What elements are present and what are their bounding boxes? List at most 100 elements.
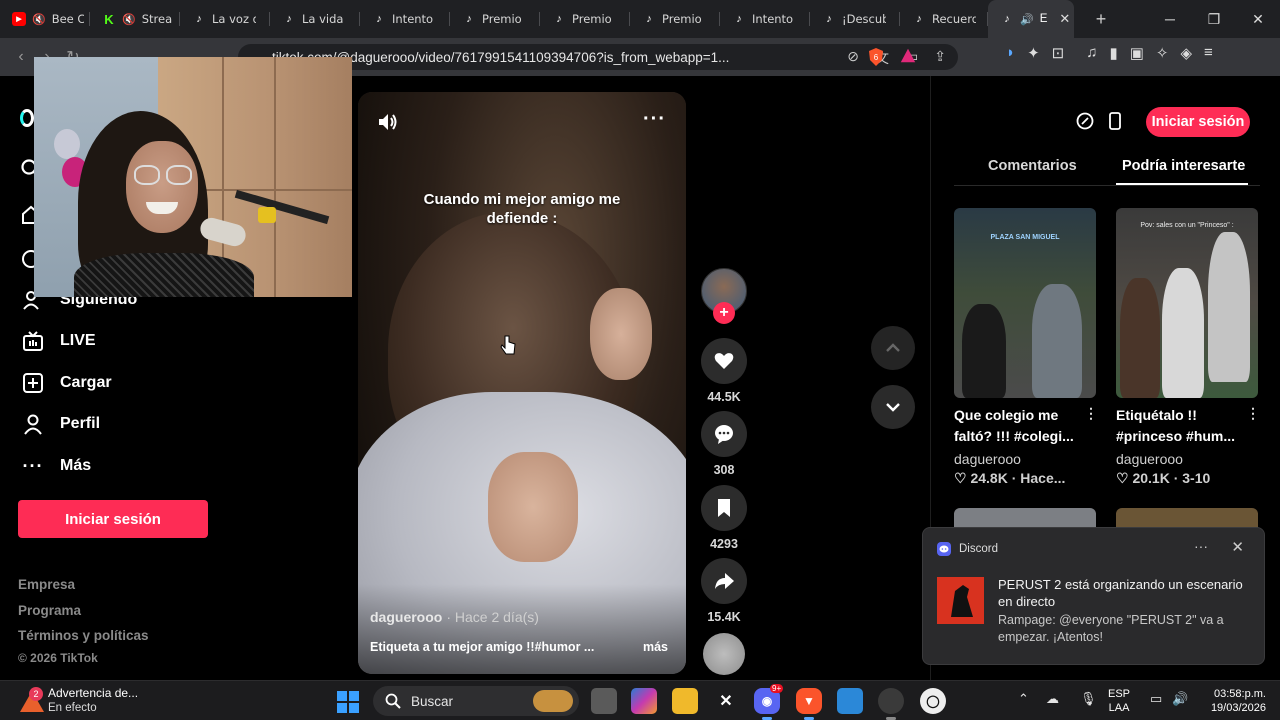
tab-10[interactable]: ♪ ¡Descub xyxy=(810,0,900,38)
tab-4[interactable]: ♪ La vida d xyxy=(270,0,360,38)
like-button[interactable] xyxy=(701,338,747,384)
capcut-icon[interactable]: ✕ xyxy=(713,688,739,714)
recommendation-options-icon-1[interactable]: ⋮ xyxy=(1084,405,1098,422)
close-tab-icon[interactable]: ✕ xyxy=(1059,11,1070,27)
video-options-icon[interactable]: ··· xyxy=(643,108,666,131)
taskbar-search[interactable]: Buscar xyxy=(373,686,579,716)
muted-icon[interactable]: 🔇 xyxy=(122,13,136,26)
tiktok-icon: ♪ xyxy=(196,13,202,25)
leo-icon[interactable]: ✧ xyxy=(1156,44,1169,62)
volume-icon[interactable] xyxy=(376,110,400,134)
author-name[interactable]: daguerooo xyxy=(370,609,442,625)
sidebar-item-cargar[interactable]: Cargar xyxy=(22,369,112,397)
maximize-button[interactable]: ❐ xyxy=(1192,0,1236,38)
coin-icon[interactable] xyxy=(1072,108,1098,134)
tab-2[interactable]: K 🔇 Strea xyxy=(90,0,180,38)
tab-1[interactable]: ▶ 🔇 Bee C xyxy=(0,0,90,38)
music-icon[interactable]: ♫ xyxy=(1086,44,1097,62)
recommendation-author-1[interactable]: daguerooo xyxy=(954,451,1021,467)
comment-action[interactable]: 308 xyxy=(701,411,747,477)
more-description-link[interactable]: más xyxy=(643,640,668,654)
menu-icon[interactable]: ≡ xyxy=(1204,44,1213,62)
chevron-up-icon[interactable]: ⌃ xyxy=(1018,691,1029,707)
share-action[interactable]: 15.4K xyxy=(701,558,747,624)
clock[interactable]: 03:58:p.m. 19/03/2026 xyxy=(1200,687,1266,715)
copyright-text: © 2026 TikTok xyxy=(18,651,98,665)
tab-5[interactable]: ♪ Intento f xyxy=(360,0,450,38)
video-player[interactable]: Cuando mi mejor amigo me defiende : ··· … xyxy=(358,92,686,674)
microphone-icon[interactable]: 🎙 xyxy=(1080,691,1097,707)
tab-8[interactable]: ♪ Premio a xyxy=(630,0,720,38)
login-button-top[interactable]: Iniciar sesión xyxy=(1146,107,1250,137)
extensions-icon[interactable]: ✦ xyxy=(1027,44,1040,62)
wallet-icon[interactable]: ▣ xyxy=(1130,44,1144,62)
muted-icon[interactable]: 🔇 xyxy=(32,13,46,26)
discord-notification[interactable]: Discord ··· ✕ PERUST 2 está organizando … xyxy=(922,527,1265,665)
notification-options-icon[interactable]: ··· xyxy=(1194,538,1208,554)
tab-11[interactable]: ♪ Recuerd xyxy=(900,0,988,38)
save-button[interactable] xyxy=(701,485,747,531)
previous-video-button[interactable] xyxy=(871,326,915,370)
close-window-button[interactable]: ✕ xyxy=(1236,0,1280,38)
tab-3[interactable]: ♪ La voz d xyxy=(180,0,270,38)
task-view-icon[interactable] xyxy=(591,688,617,714)
m365-icon[interactable] xyxy=(631,688,657,714)
new-tab-button[interactable]: + xyxy=(1084,9,1118,30)
follow-button[interactable]: + xyxy=(713,302,735,324)
tab-podria-interesarte[interactable]: Podría interesarte xyxy=(1122,158,1245,174)
audio-playing-icon[interactable]: 🔊 xyxy=(1020,13,1034,26)
sidebar-icon[interactable]: ▮ xyxy=(1109,44,1117,62)
volume-icon[interactable]: 🔊 xyxy=(1172,691,1188,707)
login-button-sidebar[interactable]: Iniciar sesión xyxy=(18,500,208,538)
save-action[interactable]: 4293 xyxy=(701,485,747,551)
tab-9[interactable]: ♪ Intento f xyxy=(720,0,810,38)
footer-link-empresa[interactable]: Empresa xyxy=(18,577,75,592)
sidebar-item-mas[interactable]: ··· Más xyxy=(22,452,92,480)
video-author[interactable]: daguerooo · Hace 2 día(s) xyxy=(370,609,539,625)
share-button[interactable] xyxy=(701,558,747,604)
music-disc-icon[interactable] xyxy=(703,633,745,675)
recommendation-thumbnail-2[interactable]: Pov: sales con un "Princeso" : xyxy=(1116,208,1258,398)
network-icon[interactable]: ☁ xyxy=(1046,691,1059,707)
recommendation-thumbnail-1[interactable]: PLAZA SAN MIGUEL xyxy=(954,208,1096,398)
brave-taskbar-icon[interactable]: ▼ xyxy=(796,688,822,714)
speech-icon[interactable]: ◗ xyxy=(1006,44,1015,62)
screenshot-icon[interactable]: ⊡ xyxy=(1052,44,1065,62)
weather-warning[interactable]: Advertencia de... En efecto xyxy=(48,686,138,716)
recommendation-title-1[interactable]: Que colegio me faltó? !!! #colegi... xyxy=(954,405,1094,447)
heart-icon xyxy=(714,353,734,369)
tab-comentarios[interactable]: Comentarios xyxy=(988,158,1077,174)
tiktok-logo-icon[interactable] xyxy=(20,109,34,127)
comment-button[interactable] xyxy=(701,411,747,457)
app-icon[interactable]: ◯ xyxy=(920,688,946,714)
recommendation-options-icon-2[interactable]: ⋮ xyxy=(1246,405,1260,422)
share-icon[interactable]: ⇪ xyxy=(934,48,946,68)
next-video-button[interactable] xyxy=(871,385,915,429)
vpn-icon[interactable]: ◈ xyxy=(1181,44,1193,62)
file-explorer-icon[interactable] xyxy=(672,688,698,714)
windows-start-icon[interactable] xyxy=(337,691,359,713)
obs-icon[interactable] xyxy=(878,688,904,714)
recommendation-title-2[interactable]: Etiquétalo !! #princeso #hum... xyxy=(1116,405,1256,447)
like-action[interactable]: 44.5K xyxy=(701,338,747,404)
photos-icon[interactable] xyxy=(837,688,863,714)
mobile-app-icon[interactable] xyxy=(1102,108,1128,134)
thumb-figure xyxy=(962,304,1006,398)
footer-link-programa[interactable]: Programa xyxy=(18,603,81,618)
tab-6[interactable]: ♪ Premio a xyxy=(450,0,540,38)
language-indicator[interactable]: ESP LAA xyxy=(1108,687,1130,715)
tab-active[interactable]: ♪ 🔊 E ✕ xyxy=(988,0,1074,38)
footer-link-terminos[interactable]: Términos y políticas xyxy=(18,628,149,643)
minimize-button[interactable]: ─ xyxy=(1148,0,1192,38)
tracking-off-icon[interactable]: ⊘ xyxy=(847,48,859,68)
back-icon[interactable]: ‹ xyxy=(8,48,34,66)
sidebar-item-live[interactable]: LIVE xyxy=(22,327,96,355)
display-icon[interactable]: ▭ xyxy=(1150,691,1162,707)
recommendation-author-2[interactable]: daguerooo xyxy=(1116,451,1183,467)
warning-icon[interactable]: 2 xyxy=(18,685,46,715)
sidebar-item-perfil[interactable]: Perfil xyxy=(22,410,100,438)
close-notification-icon[interactable]: ✕ xyxy=(1231,538,1244,556)
tab-7[interactable]: ♪ Premio a xyxy=(540,0,630,38)
brave-shield-icon[interactable]: 6 xyxy=(866,47,886,67)
brave-rewards-icon[interactable] xyxy=(899,47,917,65)
